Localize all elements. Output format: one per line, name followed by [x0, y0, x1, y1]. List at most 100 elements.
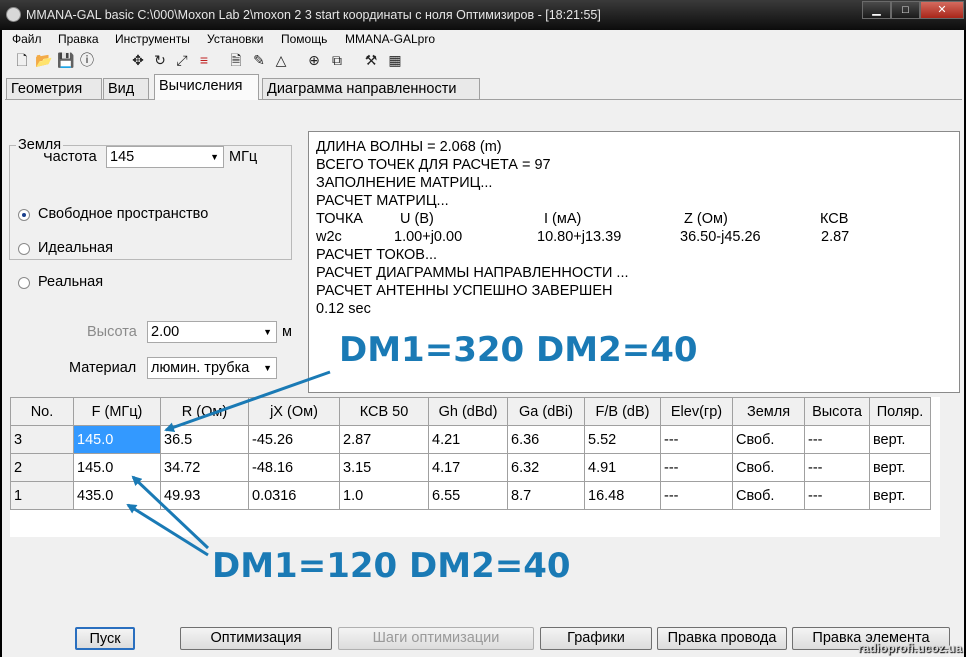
table-cell[interactable]: 49.93 [160, 481, 249, 510]
save-icon[interactable]: 💾 [57, 52, 74, 68]
tab-radiation-pattern[interactable]: Диаграмма направленности [262, 78, 480, 99]
table-cell[interactable]: 4.91 [584, 453, 661, 482]
table-cell[interactable]: верт. [869, 453, 931, 482]
table-cell[interactable]: 5.52 [584, 425, 661, 454]
copy-icon[interactable]: ⧉ [329, 52, 345, 68]
tab-calculations[interactable]: Вычисления [154, 74, 259, 100]
table-cell[interactable]: 36.5 [160, 425, 249, 454]
table-cell[interactable]: 2 [10, 453, 74, 482]
table-cell[interactable]: --- [660, 425, 733, 454]
info-icon[interactable]: ⓘ [79, 52, 95, 68]
output-col: 2.87 [821, 229, 850, 245]
title-bar[interactable]: MMANA-GAL basic C:\000\Moxon Lab 2\moxon… [0, 0, 966, 30]
table-cell[interactable]: --- [804, 425, 870, 454]
chevron-down-icon[interactable]: ▼ [263, 322, 272, 342]
table-row[interactable]: 1 435.0 49.93 0.0316 1.0 6.55 8.7 16.48 … [10, 481, 931, 510]
start-button[interactable]: Пуск [75, 627, 135, 650]
table-cell[interactable]: 0.0316 [248, 481, 340, 510]
radio-free-space-label[interactable]: Свободное пространство [38, 206, 208, 222]
table-cell[interactable]: 16.48 [584, 481, 661, 510]
column-header[interactable]: Поляр. [869, 397, 931, 426]
radio-real-label[interactable]: Реальная [38, 274, 103, 290]
edit-icon[interactable]: ✎ [251, 52, 267, 68]
minimize-button[interactable]: ▁ [862, 1, 891, 19]
column-header[interactable]: Земля [732, 397, 805, 426]
table-cell[interactable]: 4.21 [428, 425, 508, 454]
optimize-button[interactable]: Оптимизация [180, 627, 332, 650]
table-cell[interactable]: 4.17 [428, 453, 508, 482]
table-cell[interactable]: --- [660, 453, 733, 482]
table-cell[interactable]: 3 [10, 425, 74, 454]
table-cell[interactable]: 6.55 [428, 481, 508, 510]
menu-mmana-pro[interactable]: MMANA-GALpro [345, 32, 435, 46]
table-row[interactable]: 3 145.0 36.5 -45.26 2.87 4.21 6.36 5.52 … [10, 425, 931, 454]
table-cell[interactable]: Своб. [732, 453, 805, 482]
tab-view[interactable]: Вид [103, 78, 149, 99]
calculator-icon[interactable]: ▦ [387, 52, 403, 68]
table-cell[interactable]: Своб. [732, 481, 805, 510]
open-folder-icon[interactable]: 📂 [35, 52, 52, 68]
table-cell[interactable]: --- [660, 481, 733, 510]
column-header[interactable]: R (Ом) [160, 397, 249, 426]
column-header[interactable]: КСВ 50 [339, 397, 429, 426]
column-header[interactable]: Elev(гр) [660, 397, 733, 426]
column-header[interactable]: Gh (dBd) [428, 397, 508, 426]
table-cell[interactable]: 8.7 [507, 481, 585, 510]
radio-ideal-label[interactable]: Идеальная [38, 240, 113, 256]
new-file-icon[interactable]: 🗋 [14, 52, 30, 68]
table-cell[interactable]: --- [804, 481, 870, 510]
material-combo[interactable]: люмин. трубка ▼ [147, 357, 277, 379]
graphs-button[interactable]: Графики [540, 627, 652, 650]
rotate-icon[interactable]: ↻ [152, 52, 168, 68]
table-cell[interactable]: 3.15 [339, 453, 429, 482]
radio-real[interactable] [18, 277, 30, 289]
column-header[interactable]: No. [10, 397, 74, 426]
table-cell[interactable]: -48.16 [248, 453, 340, 482]
height-combo[interactable]: 2.00 ▼ [147, 321, 277, 343]
column-header[interactable]: Ga (dBi) [507, 397, 585, 426]
close-button[interactable]: ✕ [920, 1, 964, 19]
tools-icon[interactable]: ⚒ [363, 52, 379, 68]
table-cell[interactable]: верт. [869, 481, 931, 510]
radio-free-space[interactable] [18, 209, 30, 221]
table-row[interactable]: 2 145.0 34.72 -48.16 3.15 4.17 6.32 4.91… [10, 453, 931, 482]
table-cell[interactable]: верт. [869, 425, 931, 454]
menu-settings[interactable]: Установки [207, 32, 263, 46]
scale-icon[interactable]: ⤢ [174, 52, 190, 68]
menu-file[interactable]: Файл [12, 32, 42, 46]
menu-edit[interactable]: Правка [58, 32, 99, 46]
edit-wire-button[interactable]: Правка провода [657, 627, 787, 650]
triangle-icon[interactable]: △ [273, 52, 289, 68]
optimization-steps-button[interactable]: Шаги оптимизации [338, 627, 534, 650]
maximize-button[interactable]: □ [891, 1, 920, 19]
table-cell[interactable]: 6.36 [507, 425, 585, 454]
column-header[interactable]: jX (Ом) [248, 397, 340, 426]
table-cell[interactable]: 435.0 [73, 481, 161, 510]
table-cell[interactable]: 145.0 [73, 453, 161, 482]
target-icon[interactable]: ⊕ [306, 52, 322, 68]
column-header[interactable]: F/B (dB) [584, 397, 661, 426]
table-cell[interactable]: 1.0 [339, 481, 429, 510]
table-cell[interactable]: Своб. [732, 425, 805, 454]
column-header[interactable]: F (МГц) [73, 397, 161, 426]
wires-icon[interactable]: ≡ [196, 52, 212, 68]
app-icon[interactable] [6, 7, 21, 22]
column-header[interactable]: Высота [804, 397, 870, 426]
table-header-row: No. F (МГц) R (Ом) jX (Ом) КСВ 50 Gh (dB… [10, 397, 931, 426]
output-col: 1.00+j0.00 [394, 229, 463, 245]
annotation-bottom: DM1=120 DM2=40 [212, 546, 571, 586]
table-cell[interactable]: 34.72 [160, 453, 249, 482]
table-cell[interactable]: --- [804, 453, 870, 482]
chevron-down-icon[interactable]: ▼ [263, 358, 272, 378]
menu-tools[interactable]: Инструменты [115, 32, 190, 46]
radio-ideal[interactable] [18, 243, 30, 255]
table-cell[interactable]: 6.32 [507, 453, 585, 482]
table-cell[interactable]: -45.26 [248, 425, 340, 454]
tab-geometry[interactable]: Геометрия [6, 78, 102, 99]
table-cell[interactable]: 1 [10, 481, 74, 510]
table-cell[interactable]: 2.87 [339, 425, 429, 454]
menu-help[interactable]: Помощь [281, 32, 327, 46]
move-icon[interactable]: ✥ [130, 52, 146, 68]
document-icon[interactable]: 🗎 [228, 52, 244, 68]
table-cell-selected[interactable]: 145.0 [73, 425, 161, 454]
